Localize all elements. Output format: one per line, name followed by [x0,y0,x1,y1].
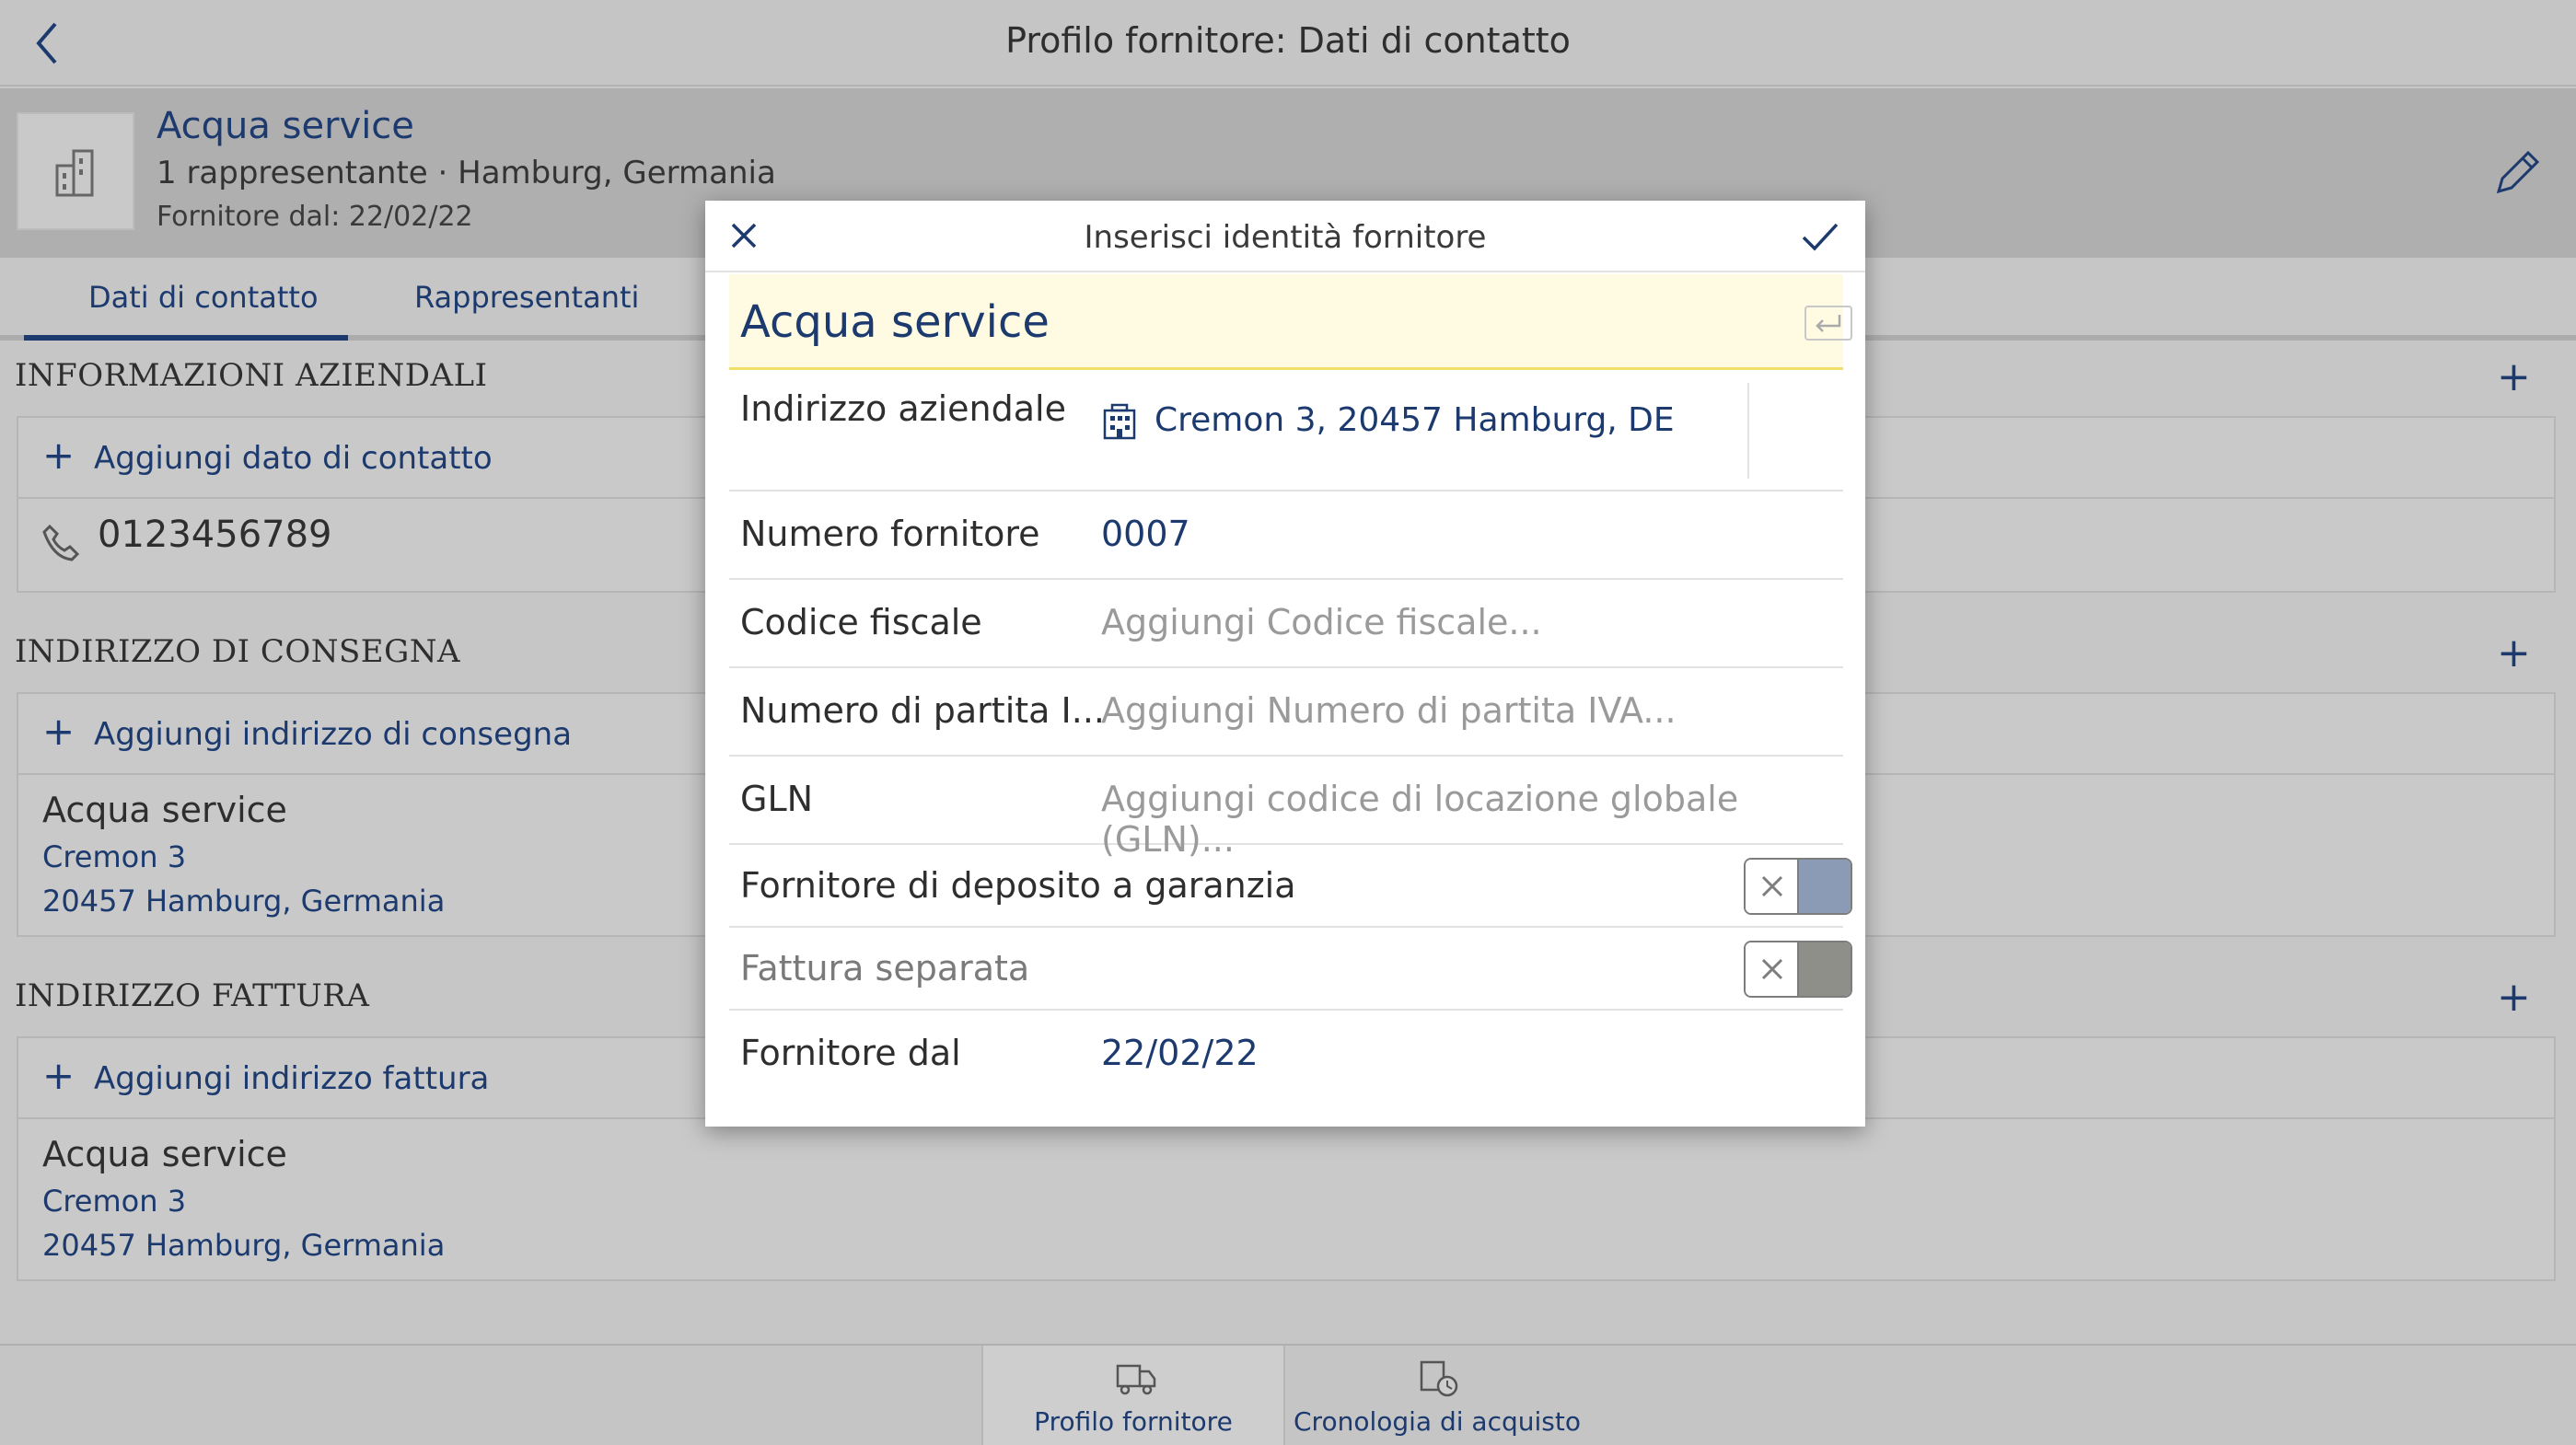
add-invoice-label: Aggiungi indirizzo fattura [94,1060,490,1097]
x-icon [1761,958,1783,980]
supplier-name: Acqua service [157,105,414,147]
bottom-tab-supplier-profile[interactable]: Profilo fornitore [981,1346,1285,1445]
invoice-city: 20457 Hamburg, Germania [42,1228,446,1263]
phone-icon [42,524,80,561]
plus-icon: + [42,433,75,478]
since-label: Fornitore dal [740,1033,961,1073]
gln-row[interactable]: GLN Aggiungi codice di locazione globale… [729,757,1843,860]
address-label: Indirizzo aziendale [740,388,1066,429]
deposit-row: Fornitore di deposito a garanzia [729,845,1852,928]
separate-invoice-toggle[interactable] [1744,941,1852,998]
bottom-tab-label: Cronologia di acquisto [1294,1406,1581,1437]
history-icon [1420,1360,1458,1397]
phone-number[interactable]: 0123456789 [98,514,332,556]
vat-label: Numero di partita I... [740,690,1105,731]
deposit-toggle[interactable] [1744,858,1852,915]
address-value: Cremon 3, 20457 Hamburg, DE [1155,401,1675,439]
separate-invoice-label: Fattura separata [740,948,1030,988]
delivery-street: Cremon 3 [42,839,187,874]
supplier-avatar [17,112,134,230]
top-bar: Profilo fornitore: Dati di contatto [0,0,2576,87]
vat-input[interactable]: Aggiungi Numero di partita IVA... [1101,690,1677,731]
supplier-number-label: Numero fornitore [740,514,1040,554]
bottom-tab-label: Profilo fornitore [1034,1406,1233,1437]
add-business-button[interactable]: + [2497,353,2531,400]
delivery-name: Acqua service [42,790,287,830]
bottom-bar: Profilo fornitore Cronologia di acquisto [0,1344,2576,1445]
page-title: Profilo fornitore: Dati di contatto [1005,20,1571,61]
address-divider [1747,383,1749,479]
supplier-since: Fornitore dal: 22/02/22 [157,201,473,233]
x-icon [1761,875,1783,897]
toggle-track [1799,860,1851,913]
toggle-track [1799,942,1851,996]
gln-label: GLN [740,779,814,819]
add-contact-label: Aggiungi dato di contatto [94,440,493,477]
tab-representatives[interactable]: Rappresentanti [414,280,639,315]
plus-icon: + [42,709,75,754]
truck-profile-icon [1116,1364,1156,1395]
add-delivery-label: Aggiungi indirizzo di consegna [94,716,573,753]
separate-invoice-row: Fattura separata [729,928,1852,1011]
vat-row[interactable]: Numero di partita I... Aggiungi Numero d… [729,668,1843,757]
pencil-icon [2496,150,2540,194]
tab-contact-data[interactable]: Dati di contatto [88,280,319,315]
dialog-title: Inserisci identità fornitore [1084,219,1487,256]
add-invoice-button[interactable]: + [2497,974,2531,1021]
section-title-delivery: INDIRIZZO DI CONSEGNA [15,633,461,670]
address-row[interactable]: Indirizzo aziendale Cremon 3, 20457 Hamb… [729,370,1843,491]
since-row[interactable]: Fornitore dal 22/02/22 [729,1011,1843,1099]
tax-code-label: Codice fiscale [740,602,982,642]
supplier-number-row[interactable]: Numero fornitore 0007 [729,491,1843,580]
edit-button[interactable] [2491,145,2545,202]
add-delivery-button[interactable]: + [2497,630,2531,676]
dialog-confirm-button[interactable] [1801,221,1839,256]
toggle-knob [1746,860,1799,913]
since-value: 22/02/22 [1101,1033,1259,1073]
supplier-name-value: Acqua service [740,296,1050,348]
section-title-invoice: INDIRIZZO FATTURA [15,977,370,1014]
checkmark-icon [1802,223,1839,251]
deposit-label: Fornitore di deposito a garanzia [740,865,1296,906]
supplier-identity-dialog: Inserisci identità fornitore Acqua servi… [705,201,1865,1127]
return-icon [1816,315,1841,332]
invoice-street: Cremon 3 [42,1184,187,1219]
tax-code-row[interactable]: Codice fiscale Aggiungi Codice fiscale..… [729,580,1843,668]
section-title-business: INFORMAZIONI AZIENDALI [15,357,488,394]
supplier-subtitle: 1 rappresentante · Hamburg, Germania [157,155,776,191]
dialog-header: Inserisci identità fornitore [705,201,1865,272]
supplier-name-field[interactable]: Acqua service [729,274,1852,370]
active-tab-indicator [24,335,348,341]
plus-icon: + [42,1053,75,1098]
delivery-city: 20457 Hamburg, Germania [42,884,446,919]
invoice-name: Acqua service [42,1134,287,1174]
toggle-knob [1746,942,1799,996]
building-icon [55,149,94,197]
tax-code-input[interactable]: Aggiungi Codice fiscale... [1101,602,1542,642]
supplier-number-value: 0007 [1101,514,1190,554]
office-building-icon [1103,403,1136,440]
bottom-tab-purchase-history[interactable]: Cronologia di acquisto [1285,1346,1589,1445]
return-key-button[interactable] [1804,306,1852,341]
